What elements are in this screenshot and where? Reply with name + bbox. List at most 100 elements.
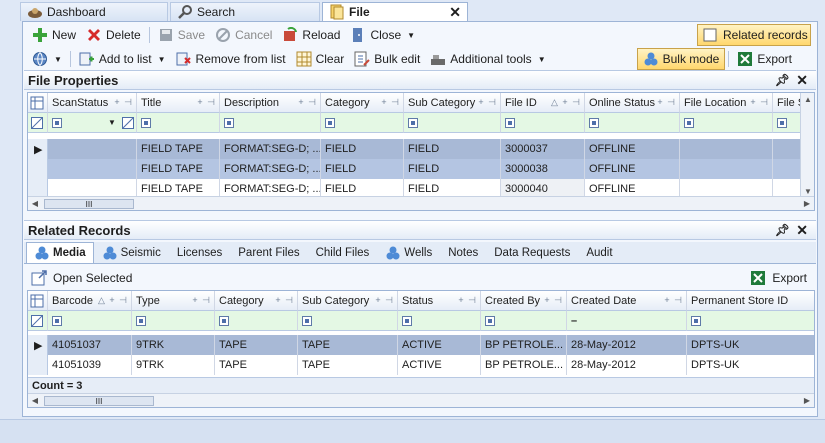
table-row[interactable]: 41051039 9TRK TAPE TAPE ACTIVE BP PETROL… xyxy=(28,355,814,375)
scroll-left-icon[interactable]: ◀ xyxy=(28,394,42,407)
close-icon[interactable]: ✕ xyxy=(449,4,461,21)
column-header-file-size[interactable]: File S xyxy=(773,93,802,113)
clear-button[interactable]: Clear xyxy=(291,49,350,69)
column-header-online-status[interactable]: Online Status + ⊣ xyxy=(585,93,680,113)
column-header-sub-category[interactable]: Sub Category + ⊣ xyxy=(298,291,398,311)
additional-tools-button[interactable]: Additional tools ▼ xyxy=(425,49,550,69)
filter-barcode[interactable] xyxy=(48,311,132,331)
column-header-created-date[interactable]: Created Date + ⊣ xyxy=(567,291,687,311)
cell-sub-category: FIELD xyxy=(404,159,501,179)
filter-created-by[interactable] xyxy=(481,311,567,331)
column-header-scanstatus[interactable]: ScanStatus + ⊣ xyxy=(48,93,137,113)
tab-file[interactable]: File ✕ xyxy=(322,2,468,21)
bulk-edit-button[interactable]: Bulk edit xyxy=(349,49,425,69)
delete-button[interactable]: Delete xyxy=(81,25,146,45)
column-header-sub-category[interactable]: Sub Category + ⊣ xyxy=(404,93,501,113)
filter-title[interactable] xyxy=(137,113,220,133)
table-row[interactable]: ▶ 41051037 9TRK TAPE TAPE ACTIVE BP PETR… xyxy=(28,335,814,355)
close-button[interactable]: Close ▼ xyxy=(345,25,420,45)
column-chooser-icon[interactable] xyxy=(28,93,48,113)
filter-sub-category[interactable] xyxy=(404,113,501,133)
tab-data-requests[interactable]: Data Requests xyxy=(486,242,578,263)
globe-dropdown-button[interactable]: ▼ xyxy=(27,49,67,69)
bulk-mode-label: Bulk mode xyxy=(662,52,720,66)
new-button[interactable]: New xyxy=(27,25,81,45)
filter-file-size[interactable] xyxy=(773,113,802,133)
filter-type[interactable] xyxy=(132,311,215,331)
close-icon[interactable]: ✕ xyxy=(796,72,808,89)
filter-file-id[interactable] xyxy=(501,113,585,133)
scroll-right-icon[interactable]: ▶ xyxy=(800,394,814,407)
scroll-right-icon[interactable]: ▶ xyxy=(800,197,814,210)
filter-description[interactable] xyxy=(220,113,321,133)
filter-permanent-store-id[interactable] xyxy=(687,311,814,331)
table-row[interactable]: FIELD TAPE FORMAT:SEG-D; ... FIELD FIELD… xyxy=(28,159,802,179)
column-header-file-id[interactable]: File ID △ + ⊣ xyxy=(501,93,585,113)
column-chooser-icon[interactable] xyxy=(28,291,48,311)
filter-created-date[interactable]: – xyxy=(567,311,687,331)
tab-child-files[interactable]: Child Files xyxy=(308,242,378,263)
file-properties-grid: ScanStatus + ⊣ Title + ⊣ Description + ⊣ Ca… xyxy=(27,92,815,211)
file-editor: New Delete Save Cancel Reload Close ▼ Re… xyxy=(22,21,818,417)
tab-dashboard[interactable]: Dashboard xyxy=(20,2,168,21)
column-header-file-location[interactable]: File Location + ⊣ xyxy=(680,93,773,113)
add-to-list-button[interactable]: Add to list ▼ xyxy=(74,49,171,69)
filter-sub-category[interactable] xyxy=(298,311,398,331)
column-header-type[interactable]: Type + ⊣ xyxy=(132,291,215,311)
bulk-mode-button[interactable]: Bulk mode xyxy=(636,48,726,70)
scroll-up-icon[interactable]: ▲ xyxy=(801,95,814,104)
reload-button[interactable]: Reload xyxy=(277,25,345,45)
tab-parent-files[interactable]: Parent Files xyxy=(230,242,307,263)
pin-icon[interactable]: 📌︎ xyxy=(775,223,790,237)
column-header-title[interactable]: Title + ⊣ xyxy=(137,93,220,113)
filter-scanstatus[interactable]: ▼ xyxy=(48,113,137,133)
column-header-description[interactable]: Description + ⊣ xyxy=(220,93,321,113)
tab-media[interactable]: Media xyxy=(26,242,94,263)
filter-category[interactable] xyxy=(321,113,404,133)
column-header-category[interactable]: Category + ⊣ xyxy=(215,291,298,311)
cancel-button[interactable]: Cancel xyxy=(210,25,277,45)
filter-online-status[interactable] xyxy=(585,113,680,133)
plus-icon xyxy=(32,27,48,43)
scroll-thumb[interactable]: III xyxy=(44,199,134,209)
related-records-button[interactable]: Related records xyxy=(697,24,811,46)
horizontal-scrollbar[interactable]: ◀ III ▶ xyxy=(28,393,814,407)
column-header-created-by[interactable]: Created By + ⊣ xyxy=(481,291,567,311)
open-selected-button[interactable]: Open Selected xyxy=(31,268,132,288)
scroll-left-icon[interactable]: ◀ xyxy=(28,197,42,210)
column-header-permanent-store-id[interactable]: Permanent Store ID xyxy=(687,291,814,311)
cell-scanstatus xyxy=(48,159,137,179)
tab-notes[interactable]: Notes xyxy=(440,242,486,263)
cell-description: FORMAT:SEG-D; ... xyxy=(220,159,321,179)
cell-status: ACTIVE xyxy=(398,335,481,355)
filter-file-location[interactable] xyxy=(680,113,773,133)
filter-category[interactable] xyxy=(215,311,298,331)
vertical-scrollbar[interactable]: ▲ ▼ xyxy=(800,93,814,198)
horizontal-scrollbar[interactable]: ◀ III ▶ xyxy=(28,196,814,210)
tab-licenses[interactable]: Licenses xyxy=(169,242,230,263)
pin-icon[interactable]: 📌︎ xyxy=(775,73,790,87)
grid-filter-row: ▼ xyxy=(28,113,802,133)
export-label: Export xyxy=(757,52,792,66)
tab-wells[interactable]: Wells xyxy=(377,242,440,263)
table-row[interactable]: ▶ FIELD TAPE FORMAT:SEG-D; ... FIELD FIE… xyxy=(28,139,802,159)
close-icon[interactable]: ✕ xyxy=(796,222,808,239)
export-button[interactable]: Export xyxy=(732,49,797,69)
scroll-down-icon[interactable]: ▼ xyxy=(801,187,814,196)
column-header-status[interactable]: Status + ⊣ xyxy=(398,291,481,311)
filter-status[interactable] xyxy=(398,311,481,331)
tab-search[interactable]: Search xyxy=(170,2,320,21)
filter-clear-icon[interactable] xyxy=(28,113,48,133)
remove-from-list-button[interactable]: Remove from list xyxy=(171,49,291,69)
remove-from-list-label: Remove from list xyxy=(195,52,286,66)
tab-audit[interactable]: Audit xyxy=(578,242,620,263)
scroll-thumb[interactable]: III xyxy=(44,396,154,406)
related-export-button[interactable]: Export xyxy=(750,268,807,288)
tab-label: Media xyxy=(53,247,86,259)
cell-type: 9TRK xyxy=(132,355,215,375)
filter-clear-icon[interactable] xyxy=(28,311,48,331)
save-button[interactable]: Save xyxy=(153,25,210,45)
column-header-barcode[interactable]: Barcode △ + ⊣ xyxy=(48,291,132,311)
column-header-category[interactable]: Category + ⊣ xyxy=(321,93,404,113)
tab-seismic[interactable]: Seismic xyxy=(94,242,169,263)
